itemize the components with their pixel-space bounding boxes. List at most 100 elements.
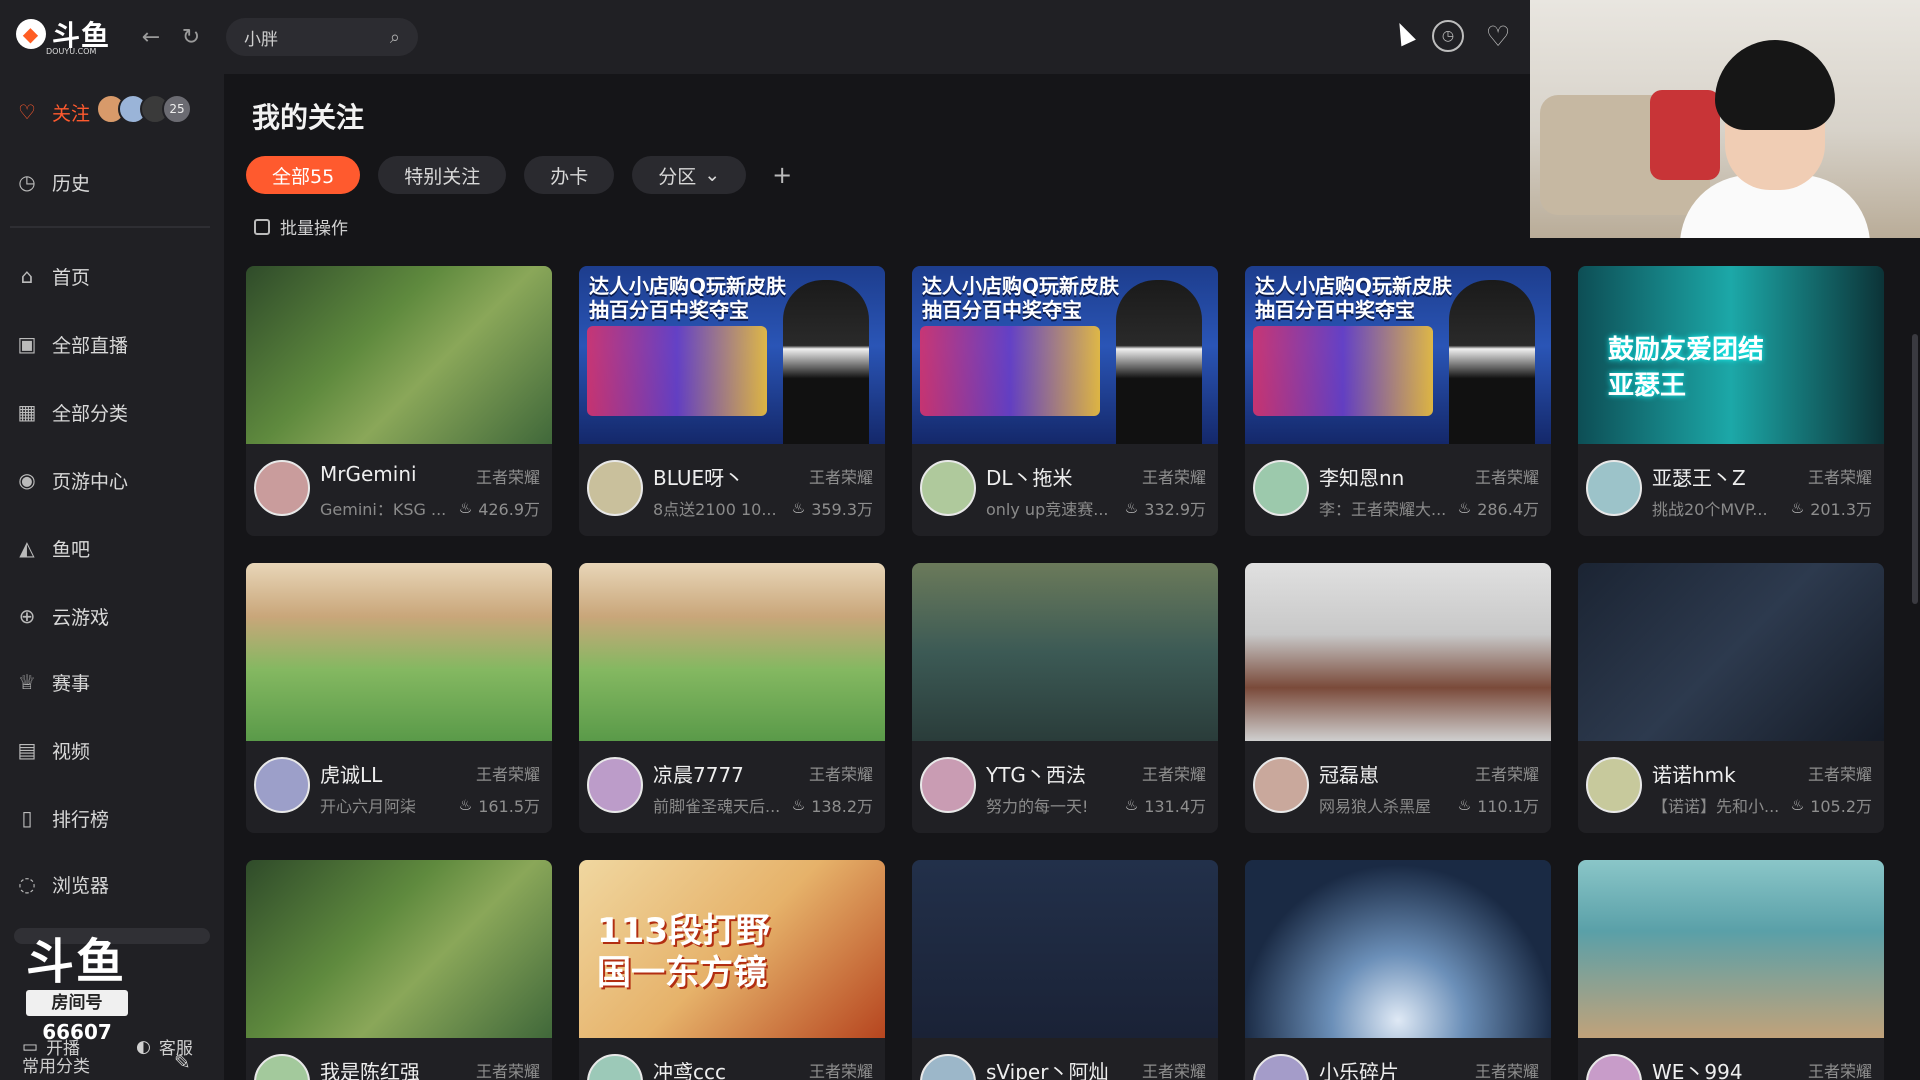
sidebar-item-home[interactable]: ⌂ 首页 [14,256,90,296]
stream-card[interactable]: YTG丶西法 王者荣耀 努力的每一天! ♨ 131.4万 [912,563,1218,833]
start-live-button[interactable]: ▭ 开播 [22,1034,80,1060]
add-tab-button[interactable]: + [764,156,800,194]
avatar[interactable] [587,1054,643,1080]
sidebar-item-ranking[interactable]: ▯ 排行榜 [14,798,109,838]
stream-thumbnail[interactable]: 达人小店购Q玩新皮肤 抽百分百中奖夺宝 [1245,266,1551,444]
stream-category[interactable]: 王者荣耀 [1808,1058,1872,1080]
streamer-name[interactable]: 李知恩nn [1319,462,1459,491]
sidebar-item-video[interactable]: ▤ 视频 [14,730,90,770]
stream-category[interactable]: 王者荣耀 [476,761,540,785]
refresh-icon[interactable]: ↻ [176,22,206,52]
stream-thumbnail[interactable] [1578,860,1884,1038]
avatar[interactable] [1253,1054,1309,1080]
search-input[interactable] [244,27,390,47]
avatar[interactable] [1586,757,1642,813]
sidebar-item-web-games[interactable]: ◉ 页游中心 [14,460,128,500]
sidebar-item-events[interactable]: ♕ 赛事 [14,662,90,702]
back-arrow-icon[interactable]: ← [136,22,166,52]
stream-category[interactable]: 王者荣耀 [1142,1058,1206,1080]
stream-card[interactable]: 诺诺hmk 王者荣耀 【诺诺】先和小... ♨ 105.2万 [1578,563,1884,833]
stream-category[interactable]: 王者荣耀 [1475,464,1539,488]
stream-card[interactable]: sViper丶阿灿 王者荣耀 [912,860,1218,1080]
sidebar-item-browser[interactable]: ◌ 浏览器 [14,864,109,904]
avatar[interactable] [254,1054,310,1080]
history-clock-icon[interactable]: ◷ [1432,20,1464,52]
avatar[interactable] [920,460,976,516]
avatar[interactable] [920,1054,976,1080]
main-scrollbar[interactable] [1912,334,1918,604]
stream-category[interactable]: 王者荣耀 [809,464,873,488]
avatar[interactable] [587,757,643,813]
streamer-name[interactable]: 虎诚LL [320,759,460,788]
heart-icon[interactable]: ♡ [1482,20,1514,53]
avatar[interactable] [254,460,310,516]
stream-card[interactable]: MrGemini 王者荣耀 Gemini：KSG ... ♨ 426.9万 [246,266,552,536]
streamer-name[interactable]: MrGemini [320,462,460,486]
stream-category[interactable]: 王者荣耀 [1808,464,1872,488]
sidebar-item-follow[interactable]: ♡ 关注 [14,92,90,132]
sidebar-item-all-categories[interactable]: ▦ 全部分类 [14,392,128,432]
sidebar-item-fishbar[interactable]: ◭ 鱼吧 [14,528,90,568]
streamer-name[interactable]: 诺诺hmk [1652,759,1792,788]
streamer-name[interactable]: YTG丶西法 [986,759,1126,788]
avatar[interactable] [1253,757,1309,813]
streamer-name[interactable]: 小乐碎片 [1319,1056,1459,1080]
sidebar-item-history[interactable]: ◷ 历史 [14,162,90,202]
stream-thumbnail[interactable] [246,563,552,741]
streamer-name[interactable]: 冲鸢ccc [653,1056,793,1080]
sidebar-item-all-live[interactable]: ▣ 全部直播 [14,324,128,364]
stream-card[interactable]: 达人小店购Q玩新皮肤 抽百分百中奖夺宝 DL丶拖米 王者荣耀 only up竞速赛...… [912,266,1218,536]
stream-card[interactable]: 我是陈红强 王者荣耀 [246,860,552,1080]
avatar[interactable] [1253,460,1309,516]
stream-category[interactable]: 王者荣耀 [1142,464,1206,488]
stream-category[interactable]: 王者荣耀 [1475,1058,1539,1080]
stream-category[interactable]: 王者荣耀 [809,761,873,785]
streamer-name[interactable]: 我是陈红强 [320,1056,460,1080]
avatar[interactable] [1586,1054,1642,1080]
streamer-name[interactable]: 亚瑟王丶Z [1652,462,1792,491]
stream-thumbnail[interactable] [912,563,1218,741]
sidebar-item-cloud-games[interactable]: ⊕ 云游戏 [14,596,109,636]
stream-thumbnail[interactable] [246,266,552,444]
search-icon[interactable]: ⌕ [390,27,400,48]
stream-thumbnail[interactable]: 达人小店购Q玩新皮肤 抽百分百中奖夺宝 [912,266,1218,444]
avatar[interactable] [920,757,976,813]
search-bar[interactable]: ⌕ [226,18,418,56]
stream-category[interactable]: 王者荣耀 [1475,761,1539,785]
tab-card[interactable]: 办卡 [524,156,615,194]
streamer-name[interactable]: DL丶拖米 [986,462,1126,491]
stream-thumbnail[interactable] [246,860,552,1038]
stream-thumbnail[interactable] [912,860,1218,1038]
stream-card[interactable]: 鼓励友爱团结 亚瑟王 亚瑟王丶Z 王者荣耀 挑战20个MVP... ♨ 201.3万 [1578,266,1884,536]
follow-avatars[interactable]: 25 [96,94,192,124]
avatar[interactable] [1586,460,1642,516]
stream-thumbnail[interactable]: 达人小店购Q玩新皮肤 抽百分百中奖夺宝 [579,266,885,444]
streamer-name[interactable]: WE丶994 [1652,1056,1792,1080]
stream-category[interactable]: 王者荣耀 [1142,761,1206,785]
stream-card[interactable]: 凉晨7777 王者荣耀 前脚雀圣魂天后... ♨ 138.2万 [579,563,885,833]
customer-service-button[interactable]: ◐ 客服 [136,1034,193,1060]
stream-thumbnail[interactable] [579,563,885,741]
stream-card[interactable]: 虎诚LL 王者荣耀 开心六月阿柒 ♨ 161.5万 [246,563,552,833]
stream-thumbnail[interactable]: 鼓励友爱团结 亚瑟王 [1578,266,1884,444]
batch-operation-button[interactable]: 批量操作 [254,214,348,239]
stream-category[interactable]: 王者荣耀 [1808,761,1872,785]
avatar[interactable] [587,460,643,516]
stream-card[interactable]: 达人小店购Q玩新皮肤 抽百分百中奖夺宝 李知恩nn 王者荣耀 李：王者荣耀大... ♨ 28… [1245,266,1551,536]
stream-thumbnail[interactable] [1578,563,1884,741]
stream-thumbnail[interactable] [1245,563,1551,741]
avatar[interactable] [254,757,310,813]
stream-thumbnail[interactable] [1245,860,1551,1038]
tab-all[interactable]: 全部55 [246,156,361,194]
streamer-name[interactable]: sViper丶阿灿 [986,1056,1126,1080]
tab-zone[interactable]: 分区 ⌄ [632,156,747,194]
stream-category[interactable]: 王者荣耀 [476,464,540,488]
streamer-name[interactable]: 冠磊崽 [1319,759,1459,788]
streamer-name[interactable]: BLUE呀丶 [653,462,793,491]
stream-card[interactable]: 113段打野 国一东方镜 冲鸢ccc 王者荣耀 [579,860,885,1080]
stream-category[interactable]: 王者荣耀 [809,1058,873,1080]
stream-category[interactable]: 王者荣耀 [476,1058,540,1080]
stream-card[interactable]: 冠磊崽 王者荣耀 网易狼人杀黑屋 ♨ 110.1万 [1245,563,1551,833]
stream-card[interactable]: 小乐碎片 王者荣耀 [1245,860,1551,1080]
tab-special-follow[interactable]: 特别关注 [378,156,507,194]
